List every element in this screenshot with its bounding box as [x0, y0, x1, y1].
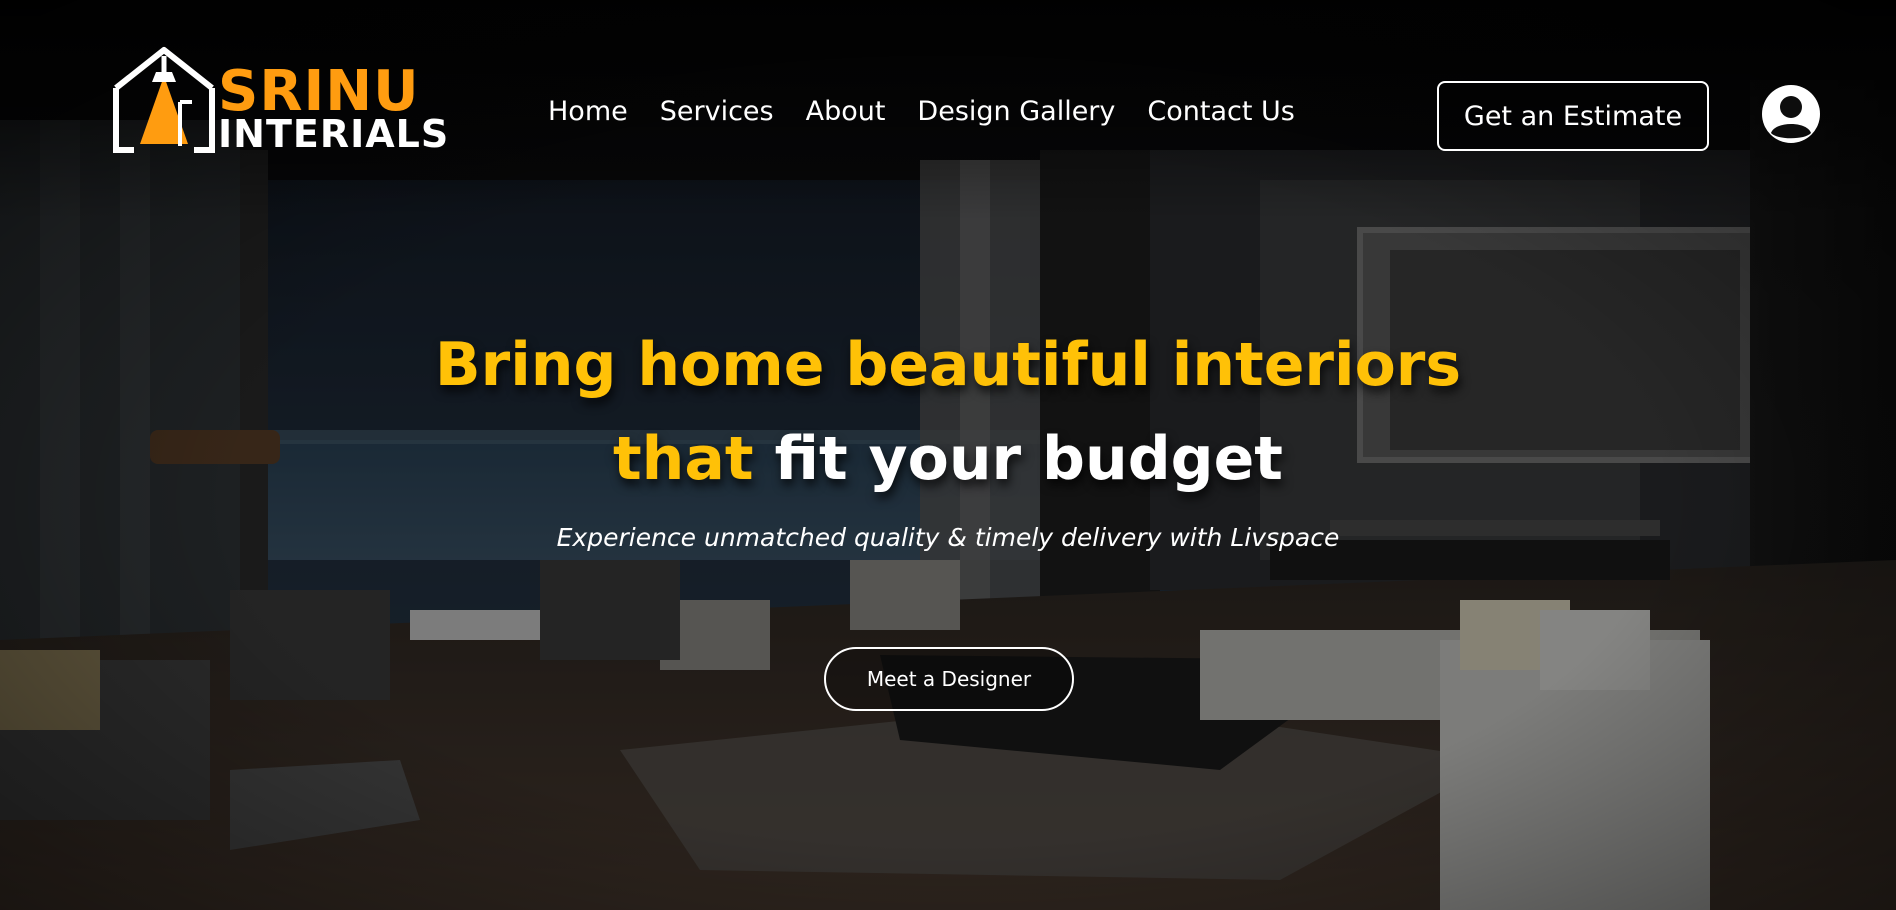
headline-text-accent: Bring home beautiful interiors [434, 330, 1462, 400]
get-estimate-button[interactable]: Get an Estimate [1437, 81, 1709, 151]
hero-subheadline: Experience unmatched quality & timely de… [556, 523, 1340, 552]
meet-designer-button[interactable]: Meet a Designer [824, 647, 1074, 711]
headline-line-1: Bring home beautiful interiors [0, 318, 1896, 412]
hero-section: SRINU INTERIALS Home Services About Desi… [0, 0, 1896, 910]
nav-about[interactable]: About [806, 96, 886, 127]
nav-contact-us[interactable]: Contact Us [1147, 96, 1294, 127]
brand-name-secondary: INTERIALS [218, 112, 450, 156]
house-lamp-logo-icon [113, 47, 215, 153]
hero-headline: Bring home beautiful interiors that fit … [0, 318, 1896, 506]
nav-design-gallery[interactable]: Design Gallery [917, 96, 1115, 127]
headline-text-that: that [613, 424, 754, 494]
headline-text-budget: fit your budget [774, 424, 1283, 494]
headline-line-2: that fit your budget [0, 412, 1896, 506]
nav-home[interactable]: Home [548, 96, 628, 127]
nav-services[interactable]: Services [660, 96, 774, 127]
brand-logo[interactable]: SRINU INTERIALS [112, 46, 448, 158]
main-nav: Home Services About Design Gallery Conta… [548, 96, 1327, 127]
user-account-icon[interactable] [1760, 83, 1822, 145]
